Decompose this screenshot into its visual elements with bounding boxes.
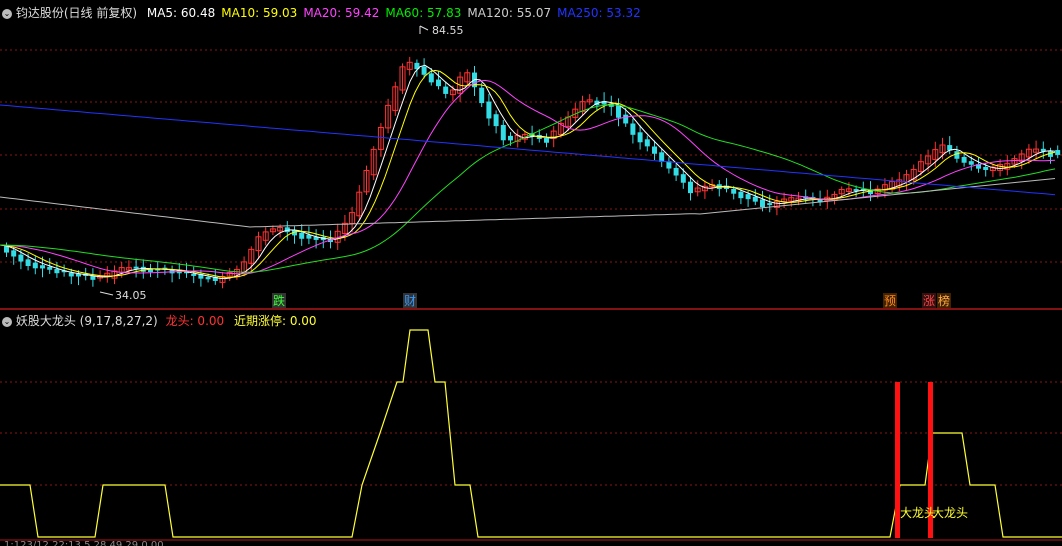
candle-body <box>191 273 197 276</box>
ma-legend-item: MA5: 60.48 <box>146 6 216 20</box>
candle-body <box>47 266 53 270</box>
low-price-label: 34.05 <box>115 289 147 302</box>
candle-body <box>616 104 621 118</box>
candle-body <box>40 265 45 269</box>
candle-body <box>205 277 211 280</box>
candle-body <box>299 232 305 239</box>
candle-body <box>479 87 485 104</box>
candle-body <box>659 152 665 162</box>
high-price-label: 84.55 <box>432 24 464 37</box>
candle-body <box>630 123 636 135</box>
candle-body <box>25 259 31 267</box>
ma-legend-item: MA10: 59.03 <box>221 6 298 20</box>
candle-body <box>752 196 758 202</box>
candle-body <box>11 250 17 257</box>
main-chart-header: ⌄ 钧达股份(日线 前复权) MA5: 60.48 MA10: 59.03 MA20… <box>2 2 641 24</box>
stock-title[interactable]: 钧达股份(日线 前复权) <box>16 6 137 20</box>
candle-body <box>133 266 139 269</box>
candle-body <box>954 151 960 159</box>
candle-body <box>731 188 737 194</box>
candle-body <box>968 161 974 165</box>
ma-legend-item: MA120: 55.07 <box>467 6 552 20</box>
candle-body <box>688 181 693 194</box>
indicator-name[interactable]: 妖股大龙头 <box>16 314 76 328</box>
candle-body <box>436 79 441 87</box>
candle-body <box>32 262 38 269</box>
ma-legend-item: MA250: 53.32 <box>557 6 641 20</box>
event-marker-2[interactable]: 财 <box>404 294 416 308</box>
candle-body <box>673 167 679 176</box>
ma-legend-item: MA60: 57.83 <box>385 6 462 20</box>
ma60-line <box>0 104 1056 273</box>
candle-body <box>54 269 60 274</box>
collapse-icon[interactable]: ⌄ <box>2 8 12 19</box>
candle-body <box>4 246 9 253</box>
ma-legend-item: MA20: 59.42 <box>303 6 380 20</box>
candle-body <box>623 114 629 124</box>
indicator-value-zhangting: 近期涨停: 0.00 <box>233 314 317 328</box>
candle-body <box>1055 150 1061 155</box>
candle-body <box>637 132 643 143</box>
candle-body <box>500 124 506 141</box>
collapse-icon[interactable]: ⌄ <box>2 316 12 327</box>
ma20-line <box>0 79 1056 275</box>
bottom-status: 1:123/12 22:13 5.28 49.29 0.00 <box>4 540 164 546</box>
indicator-header: ⌄ 妖股大龙头 (9,17,8,27,2) 龙头: 0.00 近期涨停: 0.0… <box>2 310 317 332</box>
chart-window: 84.55 34.05 跌 财 预 涨榜大龙头 大龙头 1:123/12 22:13 5.28… <box>0 0 1062 546</box>
indicator-params: (9,17,8,27,2) <box>79 314 158 328</box>
candle-body <box>486 101 492 119</box>
candle-body <box>493 114 499 127</box>
candle-body <box>68 272 74 277</box>
high-pointer <box>419 25 429 34</box>
candle-body <box>644 139 650 147</box>
candle-body <box>443 86 449 94</box>
indicator-value-longtou: 龙头: 0.00 <box>165 314 225 328</box>
ma5-line <box>0 64 1056 280</box>
candle-body <box>760 199 765 208</box>
candle-body <box>983 166 989 170</box>
ma-legend: MA5: 60.48 MA10: 59.03 MA20: 59.42 MA60: 57… <box>141 6 641 20</box>
ma250-line <box>0 104 1056 196</box>
stock-chart-canvas[interactable]: 84.55 34.05 跌 财 预 涨榜大龙头大龙头 1:123/12 22:13 5.28… <box>0 0 1062 546</box>
candle-body <box>421 66 427 75</box>
candle-body <box>428 73 434 83</box>
candle-body <box>508 135 513 141</box>
candle-body <box>738 191 744 199</box>
ma10-line <box>0 69 1056 278</box>
candle-body <box>140 266 146 272</box>
candle-body <box>652 146 657 154</box>
candle-body <box>680 174 686 183</box>
candle-body <box>961 156 967 163</box>
candle-body <box>18 254 24 262</box>
candle-body <box>745 194 751 200</box>
candle-body <box>767 203 773 206</box>
signal-label: 大龙头 <box>932 506 968 520</box>
event-marker-4[interactable]: 涨 <box>923 293 935 308</box>
signal-label: 大龙头 <box>900 506 936 520</box>
low-pointer <box>99 291 114 296</box>
event-marker-3[interactable]: 预 <box>884 294 896 308</box>
event-marker-1[interactable]: 跌 <box>273 293 285 308</box>
event-marker-5[interactable]: 榜 <box>938 293 950 308</box>
candle-body <box>544 137 549 143</box>
